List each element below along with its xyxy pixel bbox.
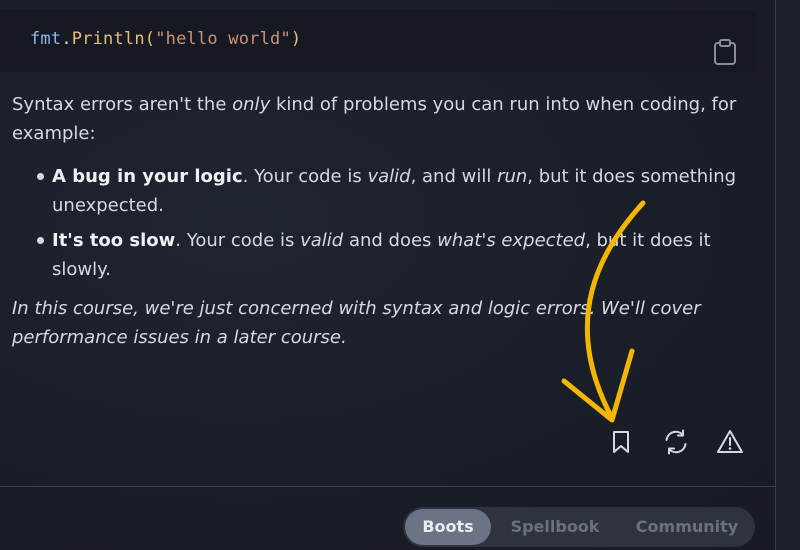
list-item-title: It's too slow xyxy=(52,230,176,251)
refresh-icon[interactable] xyxy=(662,428,690,456)
tab-community[interactable]: Community xyxy=(625,509,749,545)
tab-boots[interactable]: Boots xyxy=(405,509,491,545)
list-item-text: , and will xyxy=(410,166,498,187)
code-block: fmt.Println("hello world") xyxy=(0,10,756,72)
tab-spellbook[interactable]: Spellbook xyxy=(499,509,611,545)
code-identifier: fmt xyxy=(30,29,62,49)
list-item: It's too slow. Your code is valid and do… xyxy=(37,226,762,284)
divider xyxy=(0,486,776,487)
lesson-panel: fmt.Println("hello world") Syntax errors… xyxy=(0,0,800,550)
list-item-text: . Your code is xyxy=(175,230,301,251)
list-item-emphasis: valid xyxy=(300,230,344,251)
list-item: A bug in your logic. Your code is valid,… xyxy=(37,162,762,220)
list-item-text: and does xyxy=(343,230,438,251)
lesson-content: Syntax errors aren't the only kind of pr… xyxy=(12,90,762,352)
code-open-paren: ( xyxy=(144,29,156,49)
bookmark-icon[interactable] xyxy=(607,428,635,456)
list-item-title: A bug in your logic xyxy=(52,166,243,187)
course-note: In this course, we're just concerned wit… xyxy=(12,294,762,352)
intro-emphasis: only xyxy=(232,94,271,115)
code-function: Println xyxy=(71,29,145,49)
problem-list: A bug in your logic. Your code is valid,… xyxy=(12,162,762,284)
clipboard-icon[interactable] xyxy=(712,38,738,66)
scrollbar[interactable] xyxy=(775,0,800,550)
code-string: "hello world" xyxy=(155,29,291,49)
list-item-text: . Your code is xyxy=(242,166,368,187)
intro-paragraph: Syntax errors aren't the only kind of pr… xyxy=(12,90,762,148)
code-dot: . xyxy=(61,29,72,49)
warning-icon[interactable] xyxy=(716,428,744,456)
tab-bar: Boots Spellbook Community xyxy=(403,507,755,547)
list-item-emphasis: what's expected xyxy=(437,230,586,251)
code-line: fmt.Println("hello world") xyxy=(30,29,301,49)
code-close-paren: ) xyxy=(290,29,302,49)
intro-text-start: Syntax errors aren't the xyxy=(12,94,233,115)
list-item-emphasis: valid xyxy=(367,166,411,187)
list-item-emphasis: run xyxy=(497,166,528,187)
course-note-text: In this course, we're just concerned wit… xyxy=(12,298,701,348)
